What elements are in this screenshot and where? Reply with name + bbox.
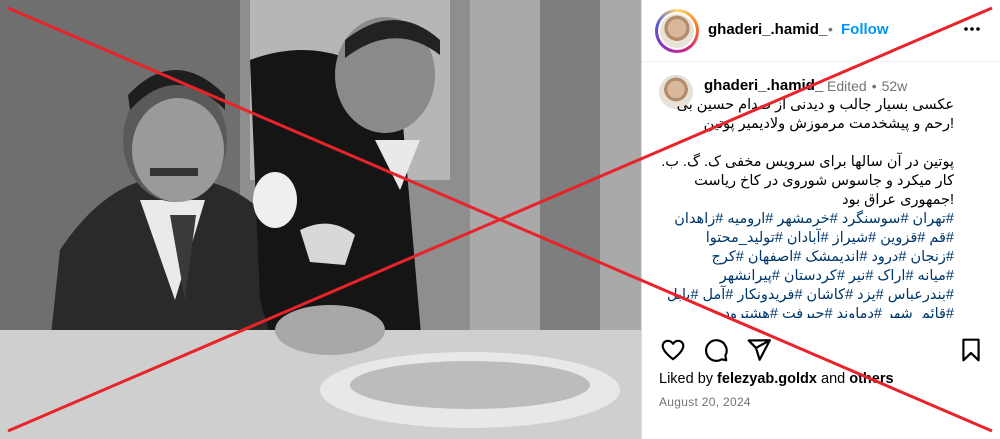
- caption-line: !رحم و پیشخدمت مرموزش ولادیمیر پوتین: [703, 116, 954, 132]
- post-date[interactable]: August 20, 2024: [659, 395, 751, 409]
- post-photo[interactable]: [0, 0, 641, 439]
- liked-by-user[interactable]: felezyab.goldx: [717, 371, 817, 387]
- heart-icon[interactable]: [660, 337, 686, 363]
- caption-text: عکسی بسیار جالب و دیدنی از صدام حسین بی …: [658, 96, 954, 318]
- caption-line: پوتین در آن سالها برای سرویس مخفی ک. گ. …: [661, 154, 954, 170]
- post-header: ghaderi_.hamid_ • Follow: [642, 0, 1000, 62]
- caption-username[interactable]: ghaderi_.hamid_: [704, 77, 823, 94]
- hashtag-line[interactable]: #قائم_شهر #دماوند #جیرفت #هشترود: [658, 305, 955, 318]
- action-bar: [642, 333, 1000, 365]
- post-sidebar: ghaderi_.hamid_ • Follow ghaderi_.hamid_…: [641, 0, 1000, 439]
- bookmark-icon[interactable]: [958, 337, 984, 363]
- likes-summary: Liked by felezyab.goldx and others: [659, 371, 894, 387]
- caption-line: !جمهوری عراق بود: [842, 192, 954, 208]
- caption-meta: Edited • 52w: [827, 78, 907, 94]
- photo-illustration: [0, 0, 641, 439]
- comment-icon[interactable]: [703, 337, 729, 363]
- edited-label: Edited: [827, 78, 867, 94]
- hashtag-line[interactable]: #بندرعباس #یزد #کاشان #فریدونکار #آمل #ب…: [658, 286, 954, 305]
- liked-by-prefix: Liked by: [659, 371, 714, 387]
- caption-line: عکسی بسیار جالب و دیدنی از صدام حسین بی: [676, 97, 954, 113]
- profile-avatar[interactable]: [655, 9, 699, 53]
- liked-by-others[interactable]: others: [849, 371, 893, 387]
- more-options-icon[interactable]: [960, 17, 984, 41]
- hashtag-line[interactable]: #زنجان #درود #اندیمشک #اصفهان #کرج: [658, 248, 954, 267]
- follow-button[interactable]: Follow: [841, 21, 889, 38]
- post-username[interactable]: ghaderi_.hamid_: [708, 21, 827, 38]
- meta-separator: •: [871, 78, 877, 94]
- hashtag-line[interactable]: #تهران #سوسنگرد #خرمشهر #ارومیه #زاهدان: [658, 210, 954, 229]
- hashtag-line[interactable]: #میانه #اراک #نیر #کردستان #پیرانشهر: [658, 267, 954, 286]
- caption-line: کار میکرد و جاسوس شوروی در کاخ ریاست: [694, 173, 954, 189]
- share-icon[interactable]: [746, 337, 772, 363]
- separator-dot: •: [828, 21, 833, 37]
- post-age[interactable]: 52w: [882, 78, 908, 94]
- liked-by-conj: and: [821, 371, 846, 387]
- hashtag-line[interactable]: #قم #قزوین #شیراز #آبادان #تولید_محتوا: [658, 229, 954, 248]
